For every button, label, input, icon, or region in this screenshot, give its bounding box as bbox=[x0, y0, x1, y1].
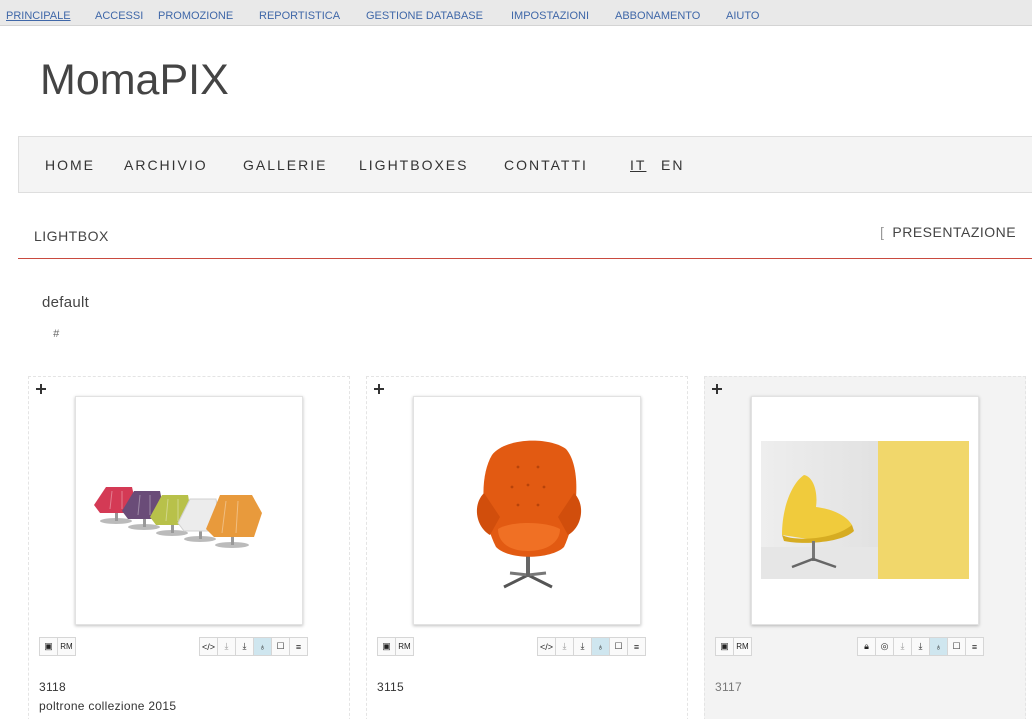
admin-bar: PRINCIPALE ACCESSI PROMOZIONE REPORTISTI… bbox=[0, 0, 1032, 26]
menu-icon[interactable]: ≡ bbox=[965, 637, 984, 656]
card-right-toolbar: 🔒︎ ◎ ⤓ ⤓ ♁ ☐ ≡ bbox=[857, 637, 984, 656]
lang-en-link[interactable]: EN bbox=[661, 157, 684, 173]
menu-icon[interactable]: ≡ bbox=[627, 637, 646, 656]
card-id[interactable]: 3115 bbox=[377, 680, 404, 694]
move-handle-icon[interactable] bbox=[712, 384, 722, 394]
download-icon[interactable]: ⤓ bbox=[911, 637, 930, 656]
download-low-icon[interactable]: ⤓ bbox=[893, 637, 912, 656]
download-low-icon[interactable]: ⤓ bbox=[217, 637, 236, 656]
chairs-row-image bbox=[94, 487, 262, 548]
download-low-icon[interactable]: ⤓ bbox=[555, 637, 574, 656]
embed-code-icon[interactable]: </> bbox=[537, 637, 556, 656]
card-id[interactable]: 3118 bbox=[39, 680, 66, 694]
media-thumbnail[interactable] bbox=[75, 396, 303, 625]
download-icon[interactable]: ⤓ bbox=[573, 637, 592, 656]
download-icon[interactable]: ⤓ bbox=[235, 637, 254, 656]
admin-link-aiuto[interactable]: AIUTO bbox=[726, 10, 759, 22]
select-checkbox-icon[interactable]: ☐ bbox=[947, 637, 966, 656]
section-divider bbox=[18, 258, 1032, 259]
admin-link-reportistica[interactable]: REPORTISTICA bbox=[259, 10, 340, 22]
admin-link-promozione[interactable]: PROMOZIONE bbox=[158, 10, 233, 22]
nav-contatti[interactable]: CONTATTI bbox=[504, 157, 588, 173]
nav-archivio[interactable]: ARCHIVIO bbox=[124, 157, 208, 173]
lightbulb-icon[interactable]: ♁ bbox=[929, 637, 948, 656]
media-thumbnail[interactable] bbox=[751, 396, 979, 625]
lightbox-hash: # bbox=[53, 328, 60, 340]
rm-button[interactable]: RM bbox=[733, 637, 752, 656]
orange-chair-image bbox=[476, 440, 582, 589]
admin-link-accessi[interactable]: ACCESSI bbox=[95, 10, 143, 22]
admin-link-gestione-database[interactable]: GESTIONE DATABASE bbox=[366, 10, 483, 22]
card-right-toolbar: </> ⤓ ⤓ ♁ ☐ ≡ bbox=[199, 637, 308, 656]
card-left-toolbar: ▣ RM bbox=[377, 637, 414, 656]
presentation-label: PRESENTAZIONE bbox=[892, 224, 1017, 240]
image-icon[interactable]: ▣ bbox=[377, 637, 396, 656]
embed-code-icon[interactable]: </> bbox=[199, 637, 218, 656]
card-left-toolbar: ▣ RM bbox=[39, 637, 76, 656]
select-checkbox-icon[interactable]: ☐ bbox=[271, 637, 290, 656]
presentation-link[interactable]: [ PRESENTAZIONE bbox=[880, 224, 1016, 240]
rm-button[interactable]: RM bbox=[395, 637, 414, 656]
lightbulb-icon[interactable]: ♁ bbox=[591, 637, 610, 656]
card-id[interactable]: 3117 bbox=[715, 680, 742, 694]
media-card: ▣ RM </> ⤓ ⤓ ♁ ☐ ≡ 3118 poltrone collezi… bbox=[28, 376, 350, 719]
menu-icon[interactable]: ≡ bbox=[289, 637, 308, 656]
nav-lightboxes[interactable]: LIGHTBOXES bbox=[359, 157, 468, 173]
move-handle-icon[interactable] bbox=[374, 384, 384, 394]
yellow-chair-image bbox=[761, 441, 969, 579]
image-icon[interactable]: ▣ bbox=[715, 637, 734, 656]
lightbox-name: default bbox=[42, 294, 90, 311]
presentation-bracket: [ bbox=[880, 224, 885, 240]
lang-it-link[interactable]: IT bbox=[630, 157, 646, 173]
main-nav: HOME ARCHIVIO GALLERIE LIGHTBOXES CONTAT… bbox=[18, 136, 1032, 193]
nav-home[interactable]: HOME bbox=[45, 157, 95, 173]
admin-link-principale[interactable]: PRINCIPALE bbox=[6, 10, 71, 22]
image-icon[interactable]: ▣ bbox=[39, 637, 58, 656]
site-logo[interactable]: MomaPIX bbox=[40, 56, 229, 105]
media-card: ▣ RM 🔒︎ ◎ ⤓ ⤓ ♁ ☐ ≡ 3117 bbox=[704, 376, 1026, 719]
lock-icon[interactable]: 🔒︎ bbox=[857, 637, 876, 656]
admin-link-impostazioni[interactable]: IMPOSTAZIONI bbox=[511, 10, 589, 22]
media-card: ▣ RM </> ⤓ ⤓ ♁ ☐ ≡ 3115 bbox=[366, 376, 688, 719]
lightbulb-icon[interactable]: ♁ bbox=[253, 637, 272, 656]
media-thumbnail[interactable] bbox=[413, 396, 641, 625]
card-description: poltrone collezione 2015 bbox=[39, 699, 177, 713]
card-right-toolbar: </> ⤓ ⤓ ♁ ☐ ≡ bbox=[537, 637, 646, 656]
hidden-eye-icon[interactable]: ◎ bbox=[875, 637, 894, 656]
rm-button[interactable]: RM bbox=[57, 637, 76, 656]
admin-link-abbonamento[interactable]: ABBONAMENTO bbox=[615, 10, 700, 22]
card-left-toolbar: ▣ RM bbox=[715, 637, 752, 656]
section-title: LIGHTBOX bbox=[34, 228, 109, 244]
move-handle-icon[interactable] bbox=[36, 384, 46, 394]
nav-gallerie[interactable]: GALLERIE bbox=[243, 157, 327, 173]
select-checkbox-icon[interactable]: ☐ bbox=[609, 637, 628, 656]
